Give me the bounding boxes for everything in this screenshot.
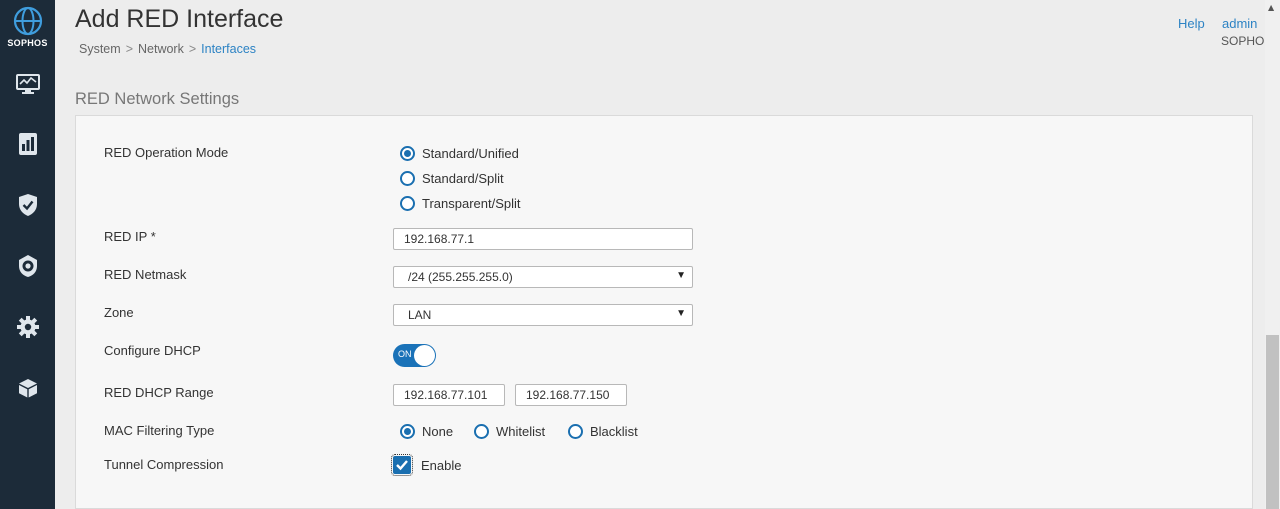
compression-label: Enable [421, 457, 462, 473]
radio-button[interactable] [400, 171, 415, 186]
page-title: Add RED Interface [75, 5, 284, 33]
toggle-knob [414, 345, 435, 366]
breadcrumb-separator: > [125, 42, 133, 56]
logo-text: SOPHOS [7, 38, 48, 48]
gear-icon[interactable] [14, 313, 42, 341]
zone-select[interactable]: LAN ▼ [393, 304, 693, 326]
radio-button[interactable] [474, 424, 489, 439]
radio-label: Transparent/Split [422, 196, 521, 211]
radio-standard-split[interactable]: Standard/Split [400, 171, 504, 186]
sophos-logo[interactable]: SOPHOS [0, 6, 55, 48]
chevron-down-icon: ▼ [676, 270, 686, 281]
compression-checkbox-row[interactable]: Enable [391, 454, 462, 476]
red-ip-label: RED IP * [104, 229, 156, 244]
radio-mac-whitelist[interactable]: Whitelist [474, 424, 545, 439]
radio-label: Blacklist [590, 424, 638, 439]
radio-button[interactable] [400, 146, 415, 161]
mac-filter-label: MAC Filtering Type [104, 423, 215, 438]
scrollbar[interactable]: ▲ [1265, 0, 1280, 509]
shield-icon[interactable] [14, 191, 42, 219]
breadcrumb-system[interactable]: System [79, 42, 121, 56]
zone-label: Zone [104, 305, 134, 320]
checkmark-icon [396, 460, 408, 471]
netmask-value: /24 (255.255.255.0) [408, 270, 513, 284]
breadcrumb-interfaces[interactable]: Interfaces [201, 42, 256, 56]
dhcp-range-label: RED DHCP Range [104, 385, 214, 400]
protection-icon[interactable] [14, 252, 42, 280]
compression-checkbox[interactable] [391, 454, 413, 476]
scroll-up-arrow-icon[interactable]: ▲ [1268, 3, 1274, 12]
chevron-down-icon: ▼ [676, 308, 686, 319]
section-title: RED Network Settings [75, 90, 240, 108]
breadcrumb-network[interactable]: Network [138, 42, 184, 56]
settings-panel: RED Operation Mode Standard/Unified Stan… [75, 115, 1253, 509]
dhcp-toggle[interactable]: ON [393, 344, 436, 367]
red-ip-input[interactable] [393, 228, 693, 250]
admin-link[interactable]: admin [1222, 16, 1257, 31]
tunnel-compression-label: Tunnel Compression [104, 457, 224, 472]
package-icon[interactable] [14, 374, 42, 402]
breadcrumb: System > Network > Interfaces [79, 42, 256, 56]
toggle-state: ON [398, 349, 412, 359]
netmask-label: RED Netmask [104, 267, 187, 282]
help-link[interactable]: Help [1178, 16, 1205, 31]
radio-label: None [422, 424, 454, 439]
globe-icon [13, 6, 42, 36]
dhcp-range-end-input[interactable] [515, 384, 627, 406]
sidebar: SOPHOS [0, 0, 55, 509]
zone-value: LAN [408, 308, 432, 322]
radio-label: Whitelist [496, 424, 546, 439]
radio-mac-blacklist[interactable]: Blacklist [568, 424, 638, 439]
scrollbar-thumb[interactable] [1266, 335, 1279, 509]
breadcrumb-separator: > [188, 42, 197, 56]
operation-mode-label: RED Operation Mode [104, 145, 229, 160]
radio-label: Standard/Unified [422, 146, 519, 161]
radio-mac-none[interactable]: None [400, 424, 453, 439]
radio-button[interactable] [400, 196, 415, 211]
radio-standard-unified[interactable]: Standard/Unified [400, 146, 519, 161]
configure-dhcp-label: Configure DHCP [104, 343, 201, 358]
user-menu: Help admin SOPHOS [1170, 16, 1280, 56]
monitor-icon[interactable] [14, 70, 42, 98]
radio-transparent-split[interactable]: Transparent/Split [400, 196, 521, 211]
radio-button[interactable] [568, 424, 583, 439]
radio-button[interactable] [400, 424, 415, 439]
report-icon[interactable] [14, 130, 42, 158]
dhcp-range-start-input[interactable] [393, 384, 505, 406]
radio-label: Standard/Split [422, 171, 504, 186]
netmask-select[interactable]: /24 (255.255.255.0) ▼ [393, 266, 693, 288]
